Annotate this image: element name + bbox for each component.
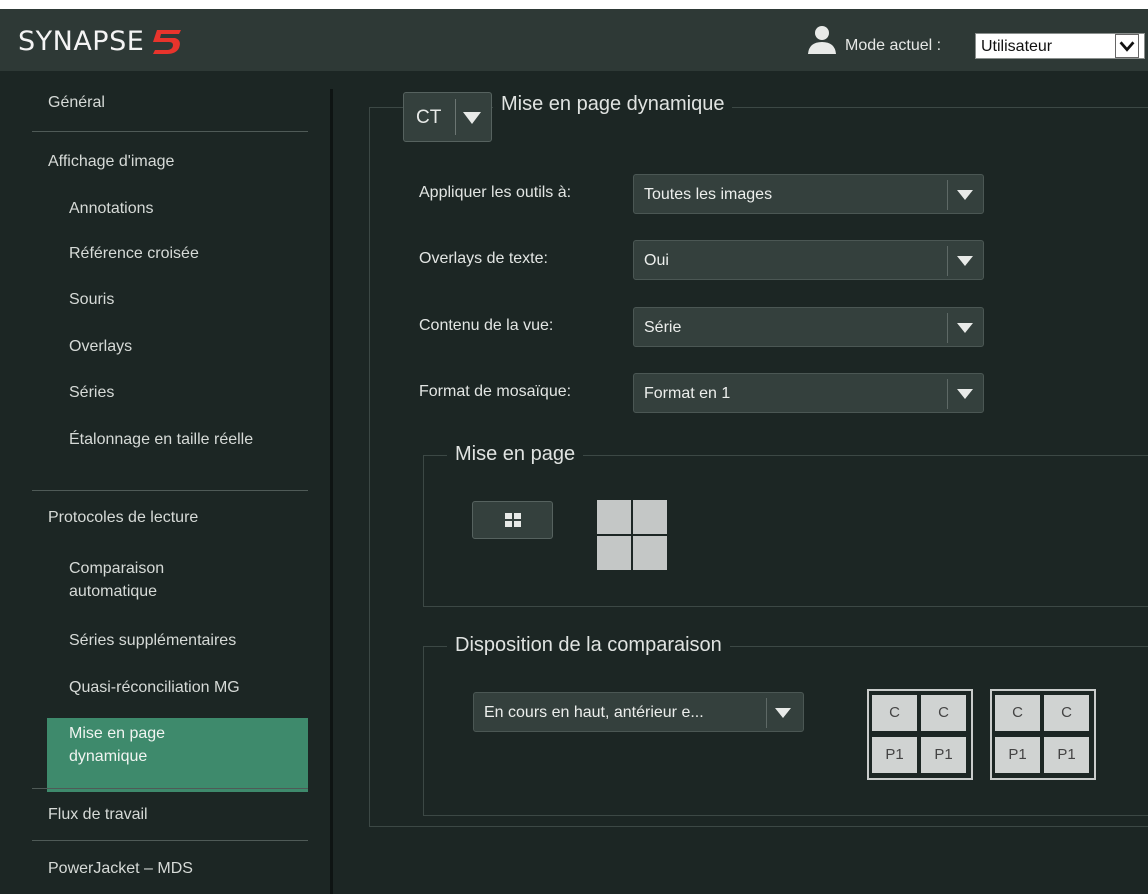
triangle-down-icon	[775, 708, 791, 718]
mode-value: Utilisateur	[981, 38, 1053, 55]
comparison-grid-option[interactable]: C C P1 P1	[867, 689, 973, 780]
grid-cell-prior: P1	[995, 737, 1040, 773]
comparison-layout-select[interactable]: En cours en haut, antérieur e...	[473, 692, 804, 732]
sidebar-item-powerjacket[interactable]: PowerJacket – MDS	[48, 860, 356, 878]
sidebar-item-label: Séries	[69, 384, 115, 401]
layout-section-title: Mise en page	[447, 443, 584, 466]
dropdown-divider	[947, 180, 948, 210]
select-value: Format en 1	[644, 385, 731, 402]
select-value: Toutes les images	[644, 186, 773, 203]
chevron-down-icon[interactable]	[1115, 34, 1139, 58]
sidebar-item-label: Quasi-réconciliation MG	[69, 679, 240, 696]
sidebar-divider	[32, 788, 308, 789]
grid-cell-current: C	[1044, 695, 1089, 731]
mode-label: Mode actuel :	[845, 37, 942, 54]
sidebar-item-label: Souris	[69, 291, 115, 308]
sidebar-item-label: Affichage d'image	[48, 153, 175, 170]
text-overlays-select[interactable]: Oui	[633, 240, 984, 280]
sidebar-item-label: Comparaison automatique	[69, 560, 165, 600]
comparison-section-title: Disposition de la comparaison	[447, 634, 730, 657]
select-value: Oui	[644, 252, 669, 269]
grid-icon	[505, 513, 521, 527]
sidebar-item-label: Général	[48, 94, 105, 111]
layout-grid-button[interactable]	[472, 501, 553, 539]
apply-tools-select[interactable]: Toutes les images	[633, 174, 984, 214]
sidebar-item-dynamic-layout[interactable]: Mise en page dynamique	[69, 722, 219, 768]
field-label: Contenu de la vue:	[419, 317, 554, 334]
logo-five-icon	[153, 30, 182, 54]
modality-dropdown[interactable]: CT	[403, 92, 492, 142]
sidebar-item-label: PowerJacket – MDS	[48, 860, 193, 877]
triangle-down-icon	[957, 389, 973, 399]
sidebar-item-label: Étalonnage en taille réelle	[69, 431, 254, 448]
header-bar: SYNAPSE Mode actuel : Utilisateur	[0, 9, 1148, 71]
grid-cell-prior: P1	[872, 737, 917, 773]
triangle-down-icon	[463, 112, 481, 124]
view-content-select[interactable]: Série	[633, 307, 984, 347]
dropdown-divider	[947, 379, 948, 409]
select-value: Série	[644, 319, 682, 336]
field-label: Appliquer les outils à:	[419, 184, 572, 201]
sidebar-divider	[32, 490, 308, 491]
sidebar-item-label: Protocoles de lecture	[48, 509, 199, 526]
sidebar-item-image-display[interactable]: Affichage d'image	[48, 153, 356, 171]
app-window: SYNAPSE Mode actuel : Utilisateur Généra…	[0, 9, 1148, 894]
grid-cell-prior: P1	[1044, 737, 1089, 773]
sidebar-divider	[32, 840, 308, 841]
grid-cell-prior: P1	[921, 737, 966, 773]
sidebar-item-reading-protocols[interactable]: Protocoles de lecture	[48, 509, 356, 527]
layout-preview-grid[interactable]	[597, 500, 667, 570]
panel-separator	[330, 89, 333, 894]
section-title: Mise en page dynamique	[493, 93, 733, 116]
triangle-down-icon	[957, 256, 973, 266]
sidebar-item-auto-comparison[interactable]: Comparaison automatique	[69, 557, 219, 603]
dropdown-divider	[766, 698, 767, 728]
dropdown-divider	[455, 99, 456, 135]
sidebar-item-label: Mise en page dynamique	[69, 725, 166, 765]
field-label: Overlays de texte:	[419, 250, 548, 267]
triangle-down-icon	[957, 323, 973, 333]
grid-cell-current: C	[921, 695, 966, 731]
comparison-grid-option[interactable]: C C P1 P1	[990, 689, 1096, 780]
sidebar-divider	[32, 131, 308, 132]
dropdown-divider	[947, 313, 948, 343]
synapse-logo: SYNAPSE	[18, 21, 183, 61]
sidebar-item-label: Overlays	[69, 338, 133, 355]
dropdown-divider	[947, 246, 948, 276]
user-icon	[808, 26, 836, 54]
sidebar-item-label: Flux de travail	[48, 806, 148, 823]
logo-text: SYNAPSE	[18, 25, 145, 57]
field-label: Format de mosaïque:	[419, 383, 572, 400]
grid-cell-current: C	[872, 695, 917, 731]
modality-value: CT	[416, 107, 442, 128]
sidebar-item-general[interactable]: Général	[48, 94, 356, 112]
grid-cell-current: C	[995, 695, 1040, 731]
sidebar-item-workflow[interactable]: Flux de travail	[48, 806, 356, 824]
triangle-down-icon	[957, 190, 973, 200]
tile-format-select[interactable]: Format en 1	[633, 373, 984, 413]
sidebar-item-true-size-calibration[interactable]: Étalonnage en taille réelle	[69, 428, 279, 451]
sidebar-item-label: Référence croisée	[69, 245, 199, 262]
sidebar-item-label: Séries supplémentaires	[69, 632, 237, 649]
sidebar-item-label: Annotations	[69, 200, 154, 217]
select-value: En cours en haut, antérieur e...	[484, 704, 704, 721]
